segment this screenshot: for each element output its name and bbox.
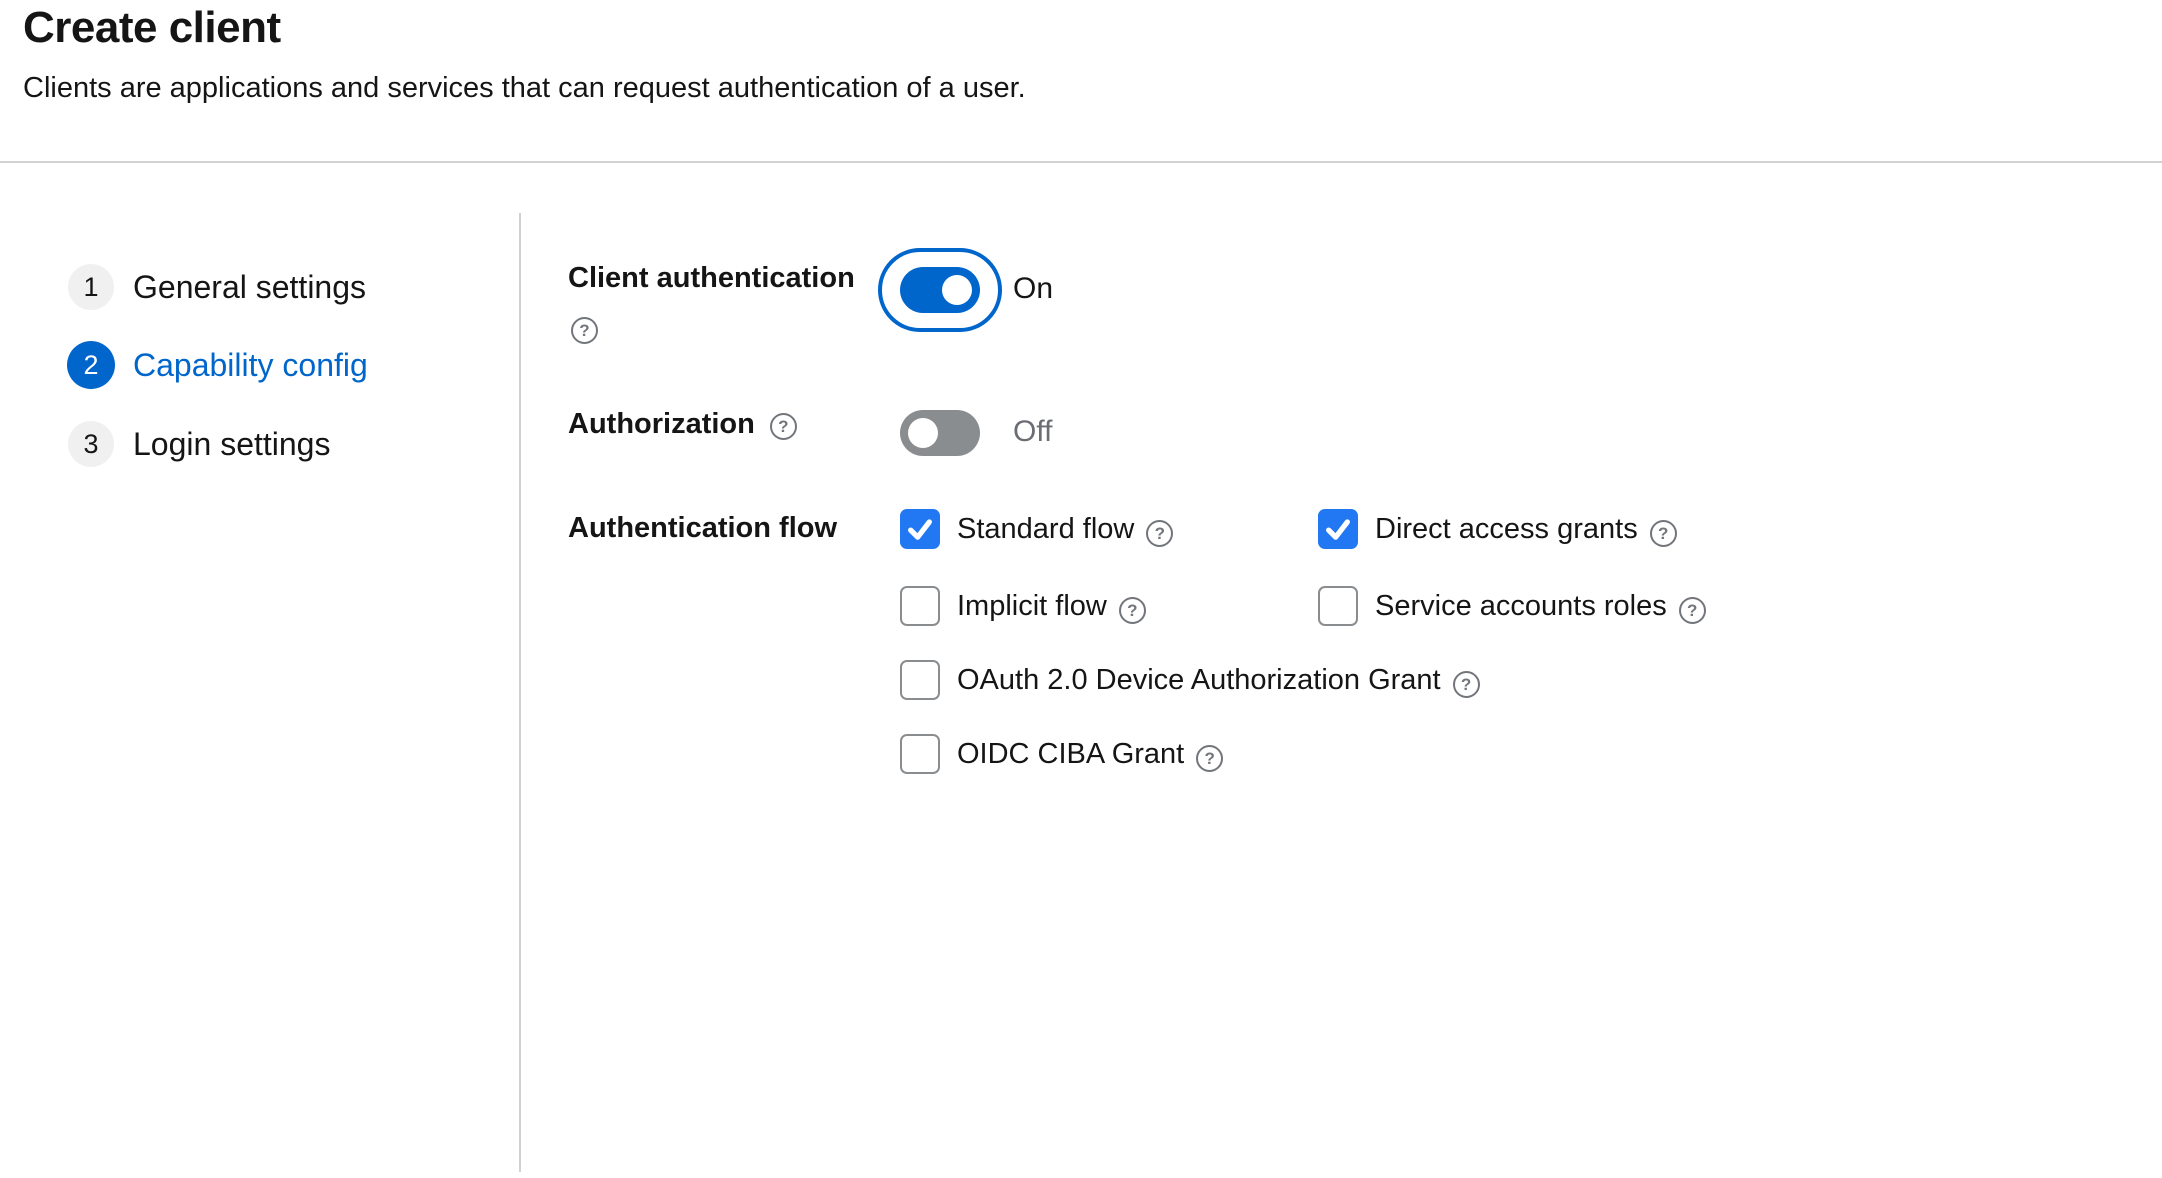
client-authentication-state: On [1013, 272, 1053, 306]
wizard-step-general-settings[interactable]: 1 General settings [67, 248, 366, 326]
checkbox-label[interactable]: Implicit flow [957, 590, 1107, 623]
page-title: Create client [23, 2, 281, 54]
toggle-track [900, 267, 980, 313]
checkbox-label[interactable]: Standard flow [957, 513, 1134, 546]
option-service-accounts-roles: Service accounts roles ? [1318, 586, 1706, 626]
create-client-page: Create client Clients are applications a… [0, 0, 2162, 1178]
client-authentication-label: Client authentication [568, 261, 855, 295]
help-icon[interactable]: ? [1119, 597, 1146, 624]
option-direct-access-grants: Direct access grants ? [1318, 509, 1677, 549]
option-oauth-device-authorization-grant: OAuth 2.0 Device Authorization Grant ? [900, 660, 1480, 700]
help-icon[interactable]: ? [1146, 520, 1173, 547]
checkbox-label[interactable]: OIDC CIBA Grant [957, 738, 1184, 771]
checkbox-label[interactable]: Direct access grants [1375, 513, 1638, 546]
checkbox-label[interactable]: OAuth 2.0 Device Authorization Grant [957, 664, 1441, 697]
step-number: 3 [68, 421, 114, 467]
option-implicit-flow: Implicit flow ? [900, 586, 1146, 626]
step-number-circle: 2 [67, 341, 115, 389]
oauth-device-grant-checkbox[interactable] [900, 660, 940, 700]
help-icon[interactable]: ? [1650, 520, 1677, 547]
option-standard-flow: Standard flow ? [900, 509, 1173, 549]
authorization-label: Authorization [568, 407, 755, 441]
standard-flow-checkbox[interactable] [900, 509, 940, 549]
step-number-circle: 1 [67, 263, 115, 311]
step-label: Login settings [133, 426, 330, 463]
wizard-step-login-settings[interactable]: 3 Login settings [67, 405, 330, 483]
authentication-flow-label: Authentication flow [568, 511, 837, 545]
authorization-label-group: Authorization ? [568, 407, 797, 441]
authorization-state: Off [1013, 415, 1052, 449]
step-label: Capability config [133, 347, 368, 384]
wizard-nav-divider [519, 213, 521, 1172]
switch-knob [908, 418, 938, 448]
help-icon[interactable]: ? [770, 413, 797, 440]
oidc-ciba-grant-checkbox[interactable] [900, 734, 940, 774]
client-authentication-toggle[interactable] [878, 248, 1002, 332]
step-number-circle: 3 [67, 420, 115, 468]
authorization-toggle[interactable] [900, 410, 980, 456]
help-icon[interactable]: ? [1679, 597, 1706, 624]
switch-knob [942, 275, 972, 305]
step-number: 1 [68, 264, 114, 310]
page-subtitle: Clients are applications and services th… [23, 70, 1026, 106]
help-icon[interactable]: ? [1453, 671, 1480, 698]
option-oidc-ciba-grant: OIDC CIBA Grant ? [900, 734, 1223, 774]
implicit-flow-checkbox[interactable] [900, 586, 940, 626]
help-icon[interactable]: ? [571, 317, 598, 344]
checkbox-label[interactable]: Service accounts roles [1375, 590, 1667, 623]
service-accounts-roles-checkbox[interactable] [1318, 586, 1358, 626]
step-number: 2 [67, 341, 115, 389]
header-divider [0, 161, 2162, 163]
check-icon [1324, 515, 1352, 543]
wizard-step-capability-config[interactable]: 2 Capability config [67, 326, 368, 404]
step-label: General settings [133, 269, 366, 306]
check-icon [906, 515, 934, 543]
direct-access-grants-checkbox[interactable] [1318, 509, 1358, 549]
help-icon[interactable]: ? [1196, 745, 1223, 772]
